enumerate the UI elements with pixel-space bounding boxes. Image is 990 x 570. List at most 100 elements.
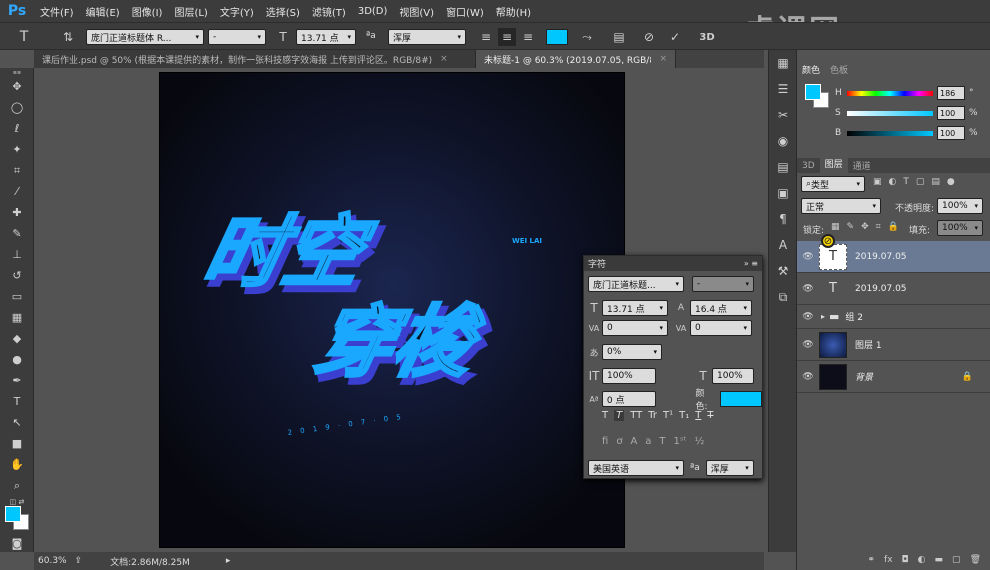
- menu-image[interactable]: 图像(I): [126, 4, 169, 19]
- char-font-select[interactable]: 庞门正道标题... ▾: [588, 276, 684, 292]
- all-caps-icon[interactable]: TT: [630, 410, 642, 421]
- paragraph-icon[interactable]: ¶: [769, 206, 797, 232]
- new-group-icon[interactable]: ▬: [935, 555, 944, 565]
- menu-window[interactable]: 窗口(W): [440, 4, 490, 19]
- layer-filter-select[interactable]: ⌕ 类型 ▾: [801, 176, 865, 192]
- menu-help[interactable]: 帮助(H): [490, 4, 537, 19]
- libraries-icon[interactable]: ▤: [769, 154, 797, 180]
- 3d-icon[interactable]: 3D: [696, 28, 718, 46]
- menu-layer[interactable]: 图层(L): [168, 4, 213, 19]
- layer-row[interactable]: 👁 T 2019.07.05: [797, 273, 990, 305]
- opacity-input[interactable]: 100% ▾: [937, 198, 983, 214]
- tab-swatches[interactable]: 色板: [825, 63, 853, 76]
- align-left-icon[interactable]: ≡: [478, 28, 494, 46]
- lock-transparent-icon[interactable]: ▦: [831, 222, 840, 232]
- small-caps-icon[interactable]: Tr: [648, 410, 657, 421]
- discretionary-icon[interactable]: ơ: [616, 436, 622, 447]
- swash-icon[interactable]: A: [630, 436, 637, 447]
- tab-layers[interactable]: 图层: [819, 158, 848, 173]
- layer-row[interactable]: 👁 ▸ ▬ 组 2: [797, 305, 990, 329]
- char-aa-select[interactable]: 浑厚 ▾: [705, 460, 754, 476]
- share-icon[interactable]: ⇪: [75, 556, 83, 566]
- filter-smart-icon[interactable]: ▤: [931, 177, 940, 187]
- actions-icon[interactable]: ▣: [769, 180, 797, 206]
- tab-channels[interactable]: 通道: [848, 159, 876, 172]
- close-icon[interactable]: ×: [659, 54, 667, 64]
- visibility-icon[interactable]: 👁: [797, 372, 819, 382]
- align-right-icon[interactable]: ≡: [520, 28, 536, 46]
- menu-file[interactable]: 文件(F): [34, 4, 80, 19]
- lock-position-icon[interactable]: ✥: [861, 222, 869, 232]
- faux-bold-icon[interactable]: T: [602, 410, 608, 421]
- shape-tool-icon[interactable]: ■: [0, 433, 34, 454]
- filter-adjust-icon[interactable]: ◐: [889, 177, 897, 187]
- char-tracking-select[interactable]: 0 ▾: [690, 320, 752, 336]
- clone-source-icon[interactable]: ⧉: [769, 284, 797, 310]
- cancel-icon[interactable]: ⊘: [640, 28, 658, 46]
- magic-wand-tool-icon[interactable]: ✦: [0, 139, 34, 160]
- char-baseline-input[interactable]: 0 点: [601, 391, 656, 407]
- visibility-icon[interactable]: 👁: [797, 252, 819, 262]
- tab-untitled[interactable]: 未标题-1 @ 60.3% (2019.07.05, RGB/8) * ×: [476, 50, 676, 68]
- lock-all-icon[interactable]: 🔒: [888, 222, 899, 232]
- s-input[interactable]: 100: [937, 106, 965, 120]
- gradient-tool-icon[interactable]: ▦: [0, 307, 34, 328]
- brightness-slider[interactable]: [847, 131, 933, 136]
- superscript-icon[interactable]: T¹: [663, 410, 673, 421]
- zoom-level[interactable]: 60.3%: [38, 556, 67, 566]
- titling-icon[interactable]: T: [659, 436, 665, 447]
- visibility-icon[interactable]: 👁: [797, 312, 819, 322]
- hue-slider[interactable]: [847, 91, 933, 96]
- hand-tool-icon[interactable]: ✋: [0, 454, 34, 475]
- new-layer-icon[interactable]: ▢: [952, 555, 961, 565]
- orientation-icon[interactable]: ⇅: [58, 28, 78, 46]
- fx-icon[interactable]: fx: [884, 555, 893, 565]
- char-tsume-select[interactable]: 0% ▾: [602, 344, 662, 360]
- layer-row[interactable]: 👁 图层 1: [797, 329, 990, 361]
- healing-tool-icon[interactable]: ✚: [0, 202, 34, 223]
- status-arrow-icon[interactable]: ▸: [226, 556, 231, 566]
- h-input[interactable]: 186: [937, 86, 965, 100]
- eyedropper-tool-icon[interactable]: ⁄: [0, 181, 34, 202]
- tools-icon[interactable]: ✂: [769, 102, 797, 128]
- menu-select[interactable]: 选择(S): [260, 4, 306, 19]
- font-family-select[interactable]: 庞门正道标题体 R... ▾: [86, 29, 204, 45]
- char-color-swatch[interactable]: [720, 391, 762, 407]
- lock-paint-icon[interactable]: ✎: [847, 222, 855, 232]
- commit-icon[interactable]: ✓: [666, 28, 684, 46]
- filter-toggle-icon[interactable]: ●: [947, 177, 955, 187]
- menu-edit[interactable]: 编辑(E): [80, 4, 126, 19]
- close-icon[interactable]: ×: [440, 54, 448, 64]
- stamp-tool-icon[interactable]: ⊥: [0, 244, 34, 265]
- fraction-icon[interactable]: ½: [695, 436, 705, 447]
- saturation-slider[interactable]: [847, 111, 933, 116]
- align-center-icon[interactable]: ≡: [498, 28, 516, 46]
- char-leading-select[interactable]: 16.4 点 ▾: [690, 300, 752, 316]
- visibility-icon[interactable]: 👁: [797, 340, 819, 350]
- antialias-select[interactable]: 浑厚 ▾: [388, 29, 466, 45]
- menu-view[interactable]: 视图(V): [393, 4, 440, 19]
- menu-3d[interactable]: 3D(D): [352, 6, 394, 17]
- pen-tool-icon[interactable]: ✒: [0, 370, 34, 391]
- char-size-select[interactable]: 13.71 点 ▾: [602, 300, 668, 316]
- lasso-tool-icon[interactable]: ℓ: [0, 118, 34, 139]
- font-size-select[interactable]: 13.71 点 ▾: [296, 29, 356, 45]
- brush-tool-icon[interactable]: ✎: [0, 223, 34, 244]
- adjustments-icon[interactable]: ◉: [769, 128, 797, 154]
- stylistic-icon[interactable]: a: [645, 436, 651, 447]
- filter-pixel-icon[interactable]: ▣: [873, 177, 882, 187]
- panels-toggle-icon[interactable]: ▤: [610, 28, 628, 46]
- dodge-tool-icon[interactable]: ●: [0, 349, 34, 370]
- properties-icon[interactable]: ☰: [769, 76, 797, 102]
- quick-mask-icon[interactable]: ◙: [0, 534, 34, 552]
- path-select-tool-icon[interactable]: ↖: [0, 412, 34, 433]
- tab-color[interactable]: 颜色: [797, 63, 825, 76]
- type-tool-icon[interactable]: T: [0, 391, 34, 412]
- text-color-swatch[interactable]: [546, 29, 568, 45]
- marquee-tool-icon[interactable]: ◯: [0, 97, 34, 118]
- menu-type[interactable]: 文字(Y): [214, 4, 260, 19]
- visibility-icon[interactable]: 👁: [797, 284, 819, 294]
- blend-mode-select[interactable]: 正常 ▾: [801, 198, 881, 214]
- history-icon[interactable]: ▦: [769, 50, 797, 76]
- foreground-color-swatch[interactable]: [5, 506, 21, 522]
